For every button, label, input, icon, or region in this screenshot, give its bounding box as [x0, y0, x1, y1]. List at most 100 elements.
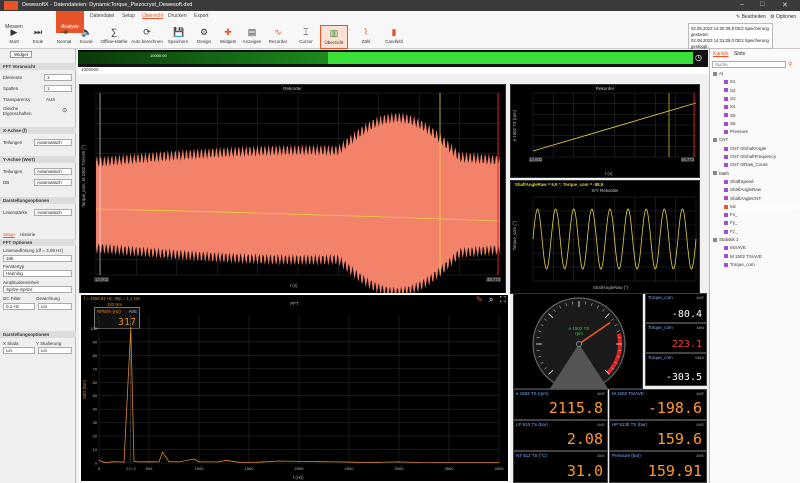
meter-tile[interactable]: NT 512 TS (°C) AVE 31.0: [513, 451, 608, 483]
candle-button[interactable]: ▮ Candlebl: [380, 25, 408, 49]
fft-plot[interactable]: 01020304050607080901000 317,6 500 1000 1500 2…: [81, 295, 508, 481]
edit-link[interactable]: ✎ Bearbeiten: [736, 14, 766, 20]
close-button[interactable]: ✕: [782, 1, 788, 9]
transparency-value[interactable]: AUS: [46, 97, 55, 102]
cursor-button[interactable]: ⌶ Cursor: [292, 25, 320, 49]
tab-channels[interactable]: Kanäle: [713, 51, 729, 57]
channel-search-input[interactable]: [712, 61, 786, 68]
recorder-button[interactable]: ∿ Recorder: [264, 25, 292, 49]
channel-item[interactable]: Fz_: [724, 229, 738, 234]
channel-item[interactable]: S2: [724, 88, 736, 93]
resolution-dropdown[interactable]: 16k: [3, 255, 72, 262]
recorder-small-plot[interactable]: [511, 85, 701, 179]
channel-label: Statistik 1: [719, 237, 739, 242]
timeline-overview[interactable]: 10000:00 00:00:21 - 50.0000 s ◷ 1000000: [78, 50, 783, 74]
channel-icon: [724, 188, 728, 192]
rpm-gauge-panel[interactable]: e 1502 TS rpm: [513, 293, 643, 390]
meter-tile[interactable]: M 1502 TS/AVE AVE -198.6: [609, 389, 707, 420]
subtab-drucken[interactable]: Drucken: [168, 13, 187, 19]
window-type-dropdown[interactable]: Hanning: [3, 270, 72, 277]
channel-item[interactable]: Mz: [724, 203, 798, 209]
x-scale-dropdown[interactable]: Automatisch: [34, 139, 72, 146]
recorder-small-panel[interactable]: Rekorder e 1502 TS (rpm) t (s) 13,002 48…: [510, 84, 700, 178]
design-label: Design: [196, 39, 211, 44]
weighting-dropdown[interactable]: Lin: [38, 303, 72, 310]
channel-group[interactable]: Math: [713, 171, 729, 176]
recorder-main-panel[interactable]: Rekorder Torque_com, M 1502 TS/AVE (°) t…: [79, 84, 507, 295]
y-db-dropdown[interactable]: Automatisch: [34, 179, 72, 186]
meter-name: HP 513b TS (bar): [612, 422, 648, 427]
xy-plot[interactable]: [511, 181, 701, 295]
channel-item[interactable]: ShaftAngleCNT: [724, 196, 761, 201]
columns-stepper[interactable]: 1: [44, 85, 72, 92]
channel-item[interactable]: S6: [724, 121, 736, 126]
display-options-section-2[interactable]: Darstellungsoptionen: [0, 331, 76, 338]
meter-tile[interactable]: Torque_com MAX -303.5: [645, 353, 707, 386]
tab-setup-left[interactable]: Setup: [3, 232, 15, 237]
subtab-setup[interactable]: Setup: [122, 13, 135, 19]
options-link[interactable]: ⚙ Optionen: [770, 14, 796, 20]
sound-button[interactable]: 🔈 Sound: [72, 25, 100, 49]
window-title: DewesoftX - Datendateien: DynamicTorque_…: [22, 2, 193, 8]
y-scale-dropdown[interactable]: Automatisch: [34, 168, 72, 175]
meter-tile[interactable]: LP 510 TS (bar) AVE 2.08: [513, 420, 608, 451]
y-axis-section[interactable]: Y-Achse (Wert): [0, 156, 76, 163]
channel-item[interactable]: Fy_: [724, 220, 738, 225]
channel-item[interactable]: Pressure: [724, 129, 748, 134]
channel-item[interactable]: CNT 0/ShaftFrequency: [724, 154, 776, 159]
same-props-checkbox[interactable]: ⊙: [62, 107, 67, 114]
widget-button[interactable]: Widget: [10, 51, 33, 58]
amplitude-dropdown[interactable]: Spitze-Spitze: [3, 286, 72, 293]
channel-item[interactable]: CNT 0/Raw_Count: [724, 162, 768, 167]
meter-tile[interactable]: Torque_com MIN 223.1: [645, 323, 707, 353]
filter-icon[interactable]: ⚲: [788, 61, 792, 68]
fft-preview-section[interactable]: FFT Voransicht: [0, 63, 76, 70]
tab-slots[interactable]: Slots: [734, 51, 745, 57]
channel-item[interactable]: M 1502 TS/AVE: [724, 254, 762, 259]
channel-group[interactable]: CNT: [713, 137, 728, 142]
fft-panel[interactable]: FFT f = 4559,84 Hz; 80p = 1,2 Nm 183 Nm …: [79, 293, 510, 483]
count-button[interactable]: ⌇ Zähl: [352, 25, 380, 49]
channel-item[interactable]: Torque_com: [724, 262, 755, 267]
elements-stepper[interactable]: 1: [44, 74, 72, 81]
x-axis-section[interactable]: X-Achse (f): [0, 127, 76, 134]
dc-filter-dropdown[interactable]: 0.1 Hz: [3, 303, 35, 310]
channel-item[interactable]: CNT 0/ShaftAngle: [724, 146, 766, 151]
meter-tile[interactable]: HP 513b TS (bar) AVE 159.6: [609, 420, 707, 451]
subtab-datendatei[interactable]: Datendatei: [90, 13, 114, 19]
subtab-uebersicht[interactable]: Übersicht: [142, 13, 163, 19]
overview-button[interactable]: ▥ Übersicht: [320, 25, 348, 49]
tab-history-left[interactable]: Historie: [20, 232, 35, 237]
linewidth-dropdown[interactable]: Automatisch: [34, 209, 72, 216]
offline-math-button[interactable]: ∑ Offline-Mathe: [100, 25, 128, 49]
display-button[interactable]: ▤ Anzeigen: [238, 25, 266, 49]
display-options-section[interactable]: Darstellungsoptionen: [0, 197, 76, 204]
minimize-button[interactable]: –: [740, 1, 744, 8]
save-button[interactable]: 💾 Speichern: [164, 25, 192, 49]
auto-calc-button[interactable]: ⟳ Auto berechnen: [130, 25, 164, 49]
channel-group[interactable]: AI: [713, 71, 723, 76]
y-scale-type-dropdown[interactable]: Lin: [38, 347, 72, 354]
recorder-main-plot[interactable]: [80, 85, 507, 295]
channel-item[interactable]: ShaftAngleRaw: [724, 187, 761, 192]
subtab-export[interactable]: Export: [194, 13, 208, 19]
channel-item[interactable]: Fx_: [724, 212, 738, 217]
channel-item[interactable]: S1: [724, 79, 736, 84]
count-label: Zähl: [361, 39, 371, 44]
clock-icon[interactable]: ◷: [695, 53, 702, 62]
fft-options-section[interactable]: FFT Optionen: [0, 239, 76, 246]
meter-tile[interactable]: Torque_com AVE -80.4: [645, 293, 707, 323]
meter-tile[interactable]: Pressure (bar) AVE 159.91: [609, 451, 707, 483]
maximize-button[interactable]: □: [760, 1, 764, 8]
channel-item[interactable]: ShaftSpeed: [724, 179, 754, 184]
channel-group[interactable]: Statistik 1: [713, 237, 739, 242]
channel-item[interactable]: Mz/AVE: [724, 245, 746, 250]
x-scale-type-dropdown[interactable]: Lin: [3, 347, 35, 354]
channel-item[interactable]: S3: [724, 96, 736, 101]
timeline-selection[interactable]: [328, 52, 693, 64]
channel-item[interactable]: S4: [724, 104, 736, 109]
channel-item[interactable]: S5: [724, 113, 736, 118]
meter-tile[interactable]: e 1502 TS (rpm) AVE 2115.8: [513, 389, 608, 420]
xy-plot-panel[interactable]: X/Y Rekorder ShaftAngleRaw = 9,9 °; Torq…: [510, 180, 700, 294]
end-button[interactable]: ⏭ Ende: [24, 25, 52, 49]
